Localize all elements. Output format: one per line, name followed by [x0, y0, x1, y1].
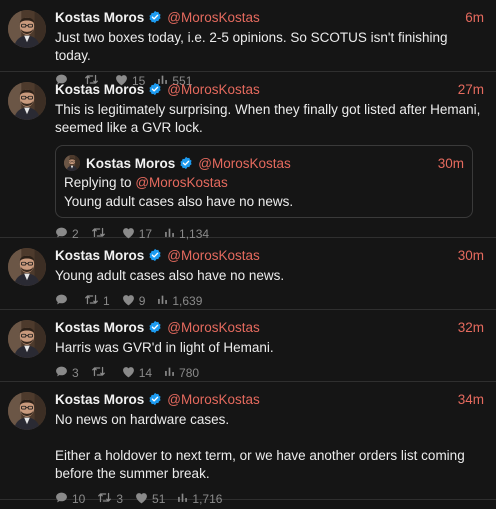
author-name[interactable]: Kostas Moros — [55, 248, 144, 263]
author-handle[interactable]: @MorosKostas — [167, 82, 259, 97]
views-icon — [164, 366, 179, 380]
like-button[interactable]: 9 — [122, 294, 146, 309]
tweet-header: Kostas Moros @MorosKostas 30m — [55, 246, 484, 264]
like-count: 14 — [138, 366, 153, 380]
author-handle[interactable]: @MorosKostas — [167, 392, 259, 407]
heart-icon — [122, 366, 139, 381]
quoted-tweet[interactable]: Kostas Moros @MorosKostas 30m Replying t… — [55, 145, 473, 218]
retweet-button[interactable] — [91, 365, 110, 381]
replying-to: Replying to @MorosKostas — [64, 175, 464, 190]
author-handle[interactable]: @MorosKostas — [167, 320, 259, 335]
avatar[interactable] — [8, 248, 46, 286]
like-count: 51 — [152, 492, 166, 506]
tweet-header: Kostas Moros @MorosKostas 6m — [55, 8, 484, 26]
views-button[interactable]: 1,716 — [177, 492, 222, 506]
tweet-actions: 10 3 51 1,716 — [55, 489, 484, 509]
views-icon — [157, 294, 172, 308]
author-name[interactable]: Kostas Moros — [55, 82, 144, 97]
timestamp[interactable]: 32m — [458, 320, 484, 335]
verified-badge-icon — [148, 248, 162, 262]
retweet-icon — [84, 293, 103, 309]
replying-label: Replying to — [64, 175, 132, 190]
reply-button[interactable] — [55, 293, 72, 309]
tweet[interactable]: Kostas Moros @MorosKostas 30m Young adul… — [0, 238, 496, 310]
replying-handle[interactable]: @MorosKostas — [135, 175, 227, 190]
verified-badge-icon — [148, 82, 162, 96]
retweet-icon — [91, 365, 110, 381]
timestamp[interactable]: 30m — [458, 248, 484, 263]
tweet-text: This is legitimately surprising. When th… — [55, 102, 481, 135]
author-name[interactable]: Kostas Moros — [55, 392, 144, 407]
author-name[interactable]: Kostas Moros — [55, 320, 144, 335]
quoted-avatar[interactable] — [64, 155, 80, 171]
view-count: 1,639 — [172, 294, 203, 308]
timestamp[interactable]: 30m — [438, 156, 464, 171]
view-count: 780 — [179, 366, 200, 380]
views-button[interactable]: 780 — [164, 366, 199, 380]
tweet[interactable]: Kostas Moros @MorosKostas 32m Harris was… — [0, 310, 496, 382]
author-name[interactable]: Kostas Moros — [55, 10, 144, 25]
tweet-text: Harris was GVR'd in light of Hemani. — [55, 340, 274, 355]
like-button[interactable]: 14 — [122, 366, 152, 381]
tweet[interactable]: Kostas Moros @MorosKostas 27m This is le… — [0, 72, 496, 241]
tweet[interactable]: Kostas Moros @MorosKostas 6m Just two bo… — [0, 0, 496, 88]
tweet-feed: Kostas Moros @MorosKostas 6m Just two bo… — [0, 0, 496, 506]
retweet-count: 3 — [116, 492, 124, 506]
heart-icon — [135, 492, 152, 507]
view-count: 1,716 — [192, 492, 223, 506]
author-handle[interactable]: @MorosKostas — [198, 156, 290, 171]
avatar[interactable] — [8, 320, 46, 358]
timestamp[interactable]: 6m — [465, 10, 484, 25]
reply-icon — [55, 293, 72, 309]
heart-icon — [122, 294, 139, 309]
timestamp[interactable]: 34m — [458, 392, 484, 407]
retweet-icon — [97, 491, 116, 507]
retweet-button[interactable]: 1 — [84, 293, 110, 309]
reply-icon — [55, 491, 72, 507]
quoted-tweet-text: Young adult cases also have no news. — [64, 194, 294, 209]
reply-button[interactable]: 10 — [55, 491, 85, 507]
retweet-count: 1 — [103, 294, 110, 308]
avatar[interactable] — [8, 392, 46, 430]
timestamp[interactable]: 27m — [458, 82, 484, 97]
views-icon — [177, 492, 192, 506]
like-count: 9 — [138, 294, 146, 308]
reply-count: 10 — [72, 492, 86, 506]
author-name[interactable]: Kostas Moros — [86, 156, 175, 171]
tweet-text: No news on hardware cases. Either a hold… — [55, 412, 465, 481]
reply-icon — [55, 365, 72, 381]
author-handle[interactable]: @MorosKostas — [167, 10, 259, 25]
tweet-header: Kostas Moros @MorosKostas 34m — [55, 390, 484, 408]
like-button[interactable]: 51 — [135, 492, 165, 507]
tweet-actions: 1 9 1,639 — [55, 291, 484, 311]
reply-count: 3 — [72, 366, 79, 380]
avatar[interactable] — [8, 82, 46, 120]
tweet-text: Young adult cases also have no news. — [55, 268, 285, 283]
avatar[interactable] — [8, 10, 46, 48]
verified-badge-icon — [148, 392, 162, 406]
tweet-header: Kostas Moros @MorosKostas 32m — [55, 318, 484, 336]
author-handle[interactable]: @MorosKostas — [167, 248, 259, 263]
tweet-actions: 3 14 780 — [55, 363, 484, 383]
verified-badge-icon — [148, 10, 162, 24]
tweet[interactable]: Kostas Moros @MorosKostas 34m No news on… — [0, 382, 496, 506]
tweet-header: Kostas Moros @MorosKostas 27m — [55, 80, 484, 98]
tweet-text: Just two boxes today, i.e. 2-5 opinions.… — [55, 30, 448, 63]
verified-badge-icon — [179, 156, 193, 170]
quoted-tweet-header: Kostas Moros @MorosKostas 30m — [64, 154, 464, 172]
retweet-button[interactable]: 3 — [97, 491, 123, 507]
views-button[interactable]: 1,639 — [157, 294, 202, 308]
verified-badge-icon — [148, 320, 162, 334]
reply-button[interactable]: 3 — [55, 365, 79, 381]
